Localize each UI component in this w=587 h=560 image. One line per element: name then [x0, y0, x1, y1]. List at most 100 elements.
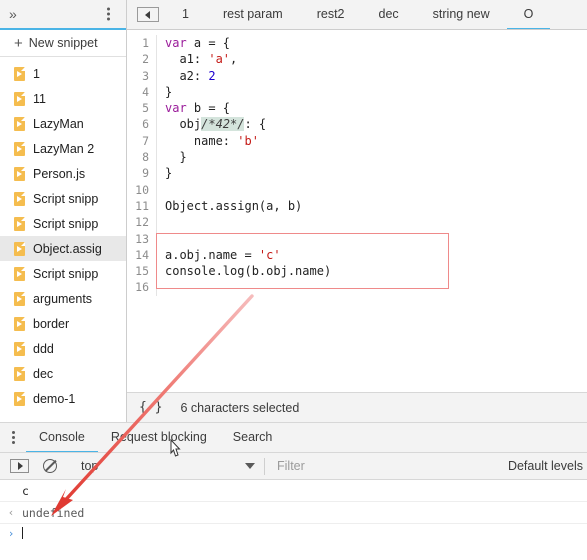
tab-console[interactable]: Console: [26, 423, 98, 453]
console-log-row: c: [0, 480, 587, 502]
script-file-icon: [14, 391, 25, 406]
toolbar-divider: [264, 458, 265, 475]
chevron-double-right-icon[interactable]: »: [0, 7, 17, 21]
editor-tab[interactable]: 1: [165, 0, 206, 29]
code-line: 4}: [127, 83, 587, 101]
snippets-panel: + New snippet 1 11 LazyMan LazyMan 2 Person.…: [0, 30, 126, 422]
snippet-item[interactable]: Script snipp: [0, 211, 126, 236]
snippet-item[interactable]: Object.assig: [0, 236, 126, 261]
code-line: 1 var a = {: [127, 35, 587, 52]
line-number: 15: [127, 263, 157, 280]
more-options-icon[interactable]: [107, 7, 110, 21]
snippet-item-label: 1: [33, 66, 40, 81]
new-snippet-label: New snippet: [28, 36, 98, 50]
snippet-item[interactable]: dec: [0, 361, 126, 386]
code-text[interactable]: name: 'b': [157, 133, 259, 149]
code-text[interactable]: }: [157, 84, 172, 100]
code-text[interactable]: [157, 231, 172, 247]
snippet-item[interactable]: 1: [0, 61, 126, 86]
snippet-item-label: Object.assig: [33, 241, 102, 256]
line-number: 12: [127, 214, 157, 231]
line-number: 3: [127, 67, 157, 84]
devtools-window: » 1 rest param rest2 dec string new O + …: [0, 0, 587, 560]
line-number: 2: [127, 51, 157, 68]
execute-context-icon[interactable]: [10, 459, 29, 473]
editor-tab[interactable]: string new: [416, 0, 507, 29]
code-text[interactable]: [157, 279, 172, 295]
code-line: 7 name: 'b': [127, 132, 587, 150]
code-content[interactable]: 1 var a = {2 a1: 'a', 3 a2: 2 4} 5 var b = {6…: [127, 30, 587, 296]
console-result-row: ‹ undefined: [0, 502, 587, 524]
code-line: 9}: [127, 165, 587, 182]
previous-tab-icon[interactable]: [137, 7, 159, 22]
line-number: 4: [127, 83, 157, 101]
line-number: 14: [127, 246, 157, 264]
tab-search[interactable]: Search: [220, 423, 286, 453]
code-line: 16: [127, 279, 587, 296]
snippet-item[interactable]: Script snipp: [0, 186, 126, 211]
console-toolbar: top Filter Default levels: [0, 452, 587, 480]
editor-tab[interactable]: rest param: [206, 0, 300, 29]
code-line: 13: [127, 230, 587, 247]
line-number: 9: [127, 165, 157, 182]
code-text[interactable]: var a = {: [157, 35, 230, 51]
filter-input[interactable]: Filter: [277, 459, 305, 473]
code-line: 15 console.log(b.obj.name): [127, 263, 587, 280]
chevron-down-icon[interactable]: [245, 463, 255, 469]
code-text[interactable]: console.log(b.obj.name): [157, 263, 331, 279]
code-line: 2 a1: 'a',: [127, 51, 587, 68]
line-number: 10: [127, 181, 157, 198]
code-text[interactable]: [157, 182, 172, 198]
snippet-item-label: border: [33, 316, 70, 331]
snippet-item-label: LazyMan 2: [33, 141, 95, 156]
sidebar-tab-bar: »: [0, 0, 126, 30]
code-line: 6 obj/*42*/: {: [127, 116, 587, 133]
editor-tab[interactable]: dec: [362, 0, 416, 29]
tab-request-blocking[interactable]: Request blocking: [98, 423, 220, 453]
console-prompt-row[interactable]: ›: [0, 524, 587, 542]
snippet-item[interactable]: arguments: [0, 286, 126, 311]
code-text[interactable]: [157, 214, 172, 230]
code-line: 12: [127, 214, 587, 231]
plus-icon: +: [14, 34, 23, 52]
snippet-item[interactable]: border: [0, 311, 126, 336]
context-selector[interactable]: top: [81, 459, 98, 473]
new-snippet-button[interactable]: + New snippet: [0, 30, 126, 57]
more-tools-icon[interactable]: [0, 431, 26, 444]
code-text[interactable]: a2: 2: [157, 68, 215, 84]
snippet-item[interactable]: ddd: [0, 336, 126, 361]
drawer-tab-bar: Console Request blocking Search: [0, 422, 587, 453]
script-file-icon: [14, 241, 25, 256]
code-text[interactable]: a.obj.name = 'c': [157, 247, 281, 263]
code-text[interactable]: var b = {: [157, 100, 230, 116]
result-arrow-icon: ‹: [7, 506, 15, 519]
code-text[interactable]: }: [157, 149, 186, 165]
snippet-item[interactable]: demo-1: [0, 386, 126, 411]
log-levels-selector[interactable]: Default levels: [508, 459, 583, 473]
snippet-item-label: 11: [33, 91, 46, 106]
script-file-icon: [14, 166, 25, 181]
snippet-item-label: Script snipp: [33, 216, 99, 231]
line-number: 11: [127, 197, 157, 215]
code-text[interactable]: }: [157, 165, 172, 181]
snippet-item[interactable]: Script snipp: [0, 261, 126, 286]
pretty-print-braces-icon[interactable]: { }: [139, 400, 162, 415]
snippet-item[interactable]: LazyMan: [0, 111, 126, 136]
snippet-item-label: LazyMan: [33, 116, 84, 131]
editor-tab-active[interactable]: O: [506, 0, 551, 29]
code-editor[interactable]: 1 var a = {2 a1: 'a', 3 a2: 2 4} 5 var b = {6…: [126, 30, 587, 422]
script-file-icon: [14, 266, 25, 281]
code-line: 8 }: [127, 149, 587, 166]
snippet-item[interactable]: 11: [0, 86, 126, 111]
script-file-icon: [14, 116, 25, 131]
editor-tab[interactable]: rest2: [300, 0, 362, 29]
clear-console-icon[interactable]: [43, 459, 57, 473]
snippet-item[interactable]: LazyMan 2: [0, 136, 126, 161]
code-text[interactable]: Object.assign(a, b): [157, 198, 302, 214]
snippets-list: 1 11 LazyMan LazyMan 2 Person.js Script snipp…: [0, 57, 126, 411]
code-text[interactable]: obj/*42*/: {: [157, 116, 266, 132]
code-text[interactable]: a1: 'a',: [157, 51, 237, 67]
snippet-item[interactable]: Person.js: [0, 161, 126, 186]
line-number: 1: [127, 35, 157, 52]
console-output[interactable]: c ‹ undefined ›: [0, 480, 587, 542]
